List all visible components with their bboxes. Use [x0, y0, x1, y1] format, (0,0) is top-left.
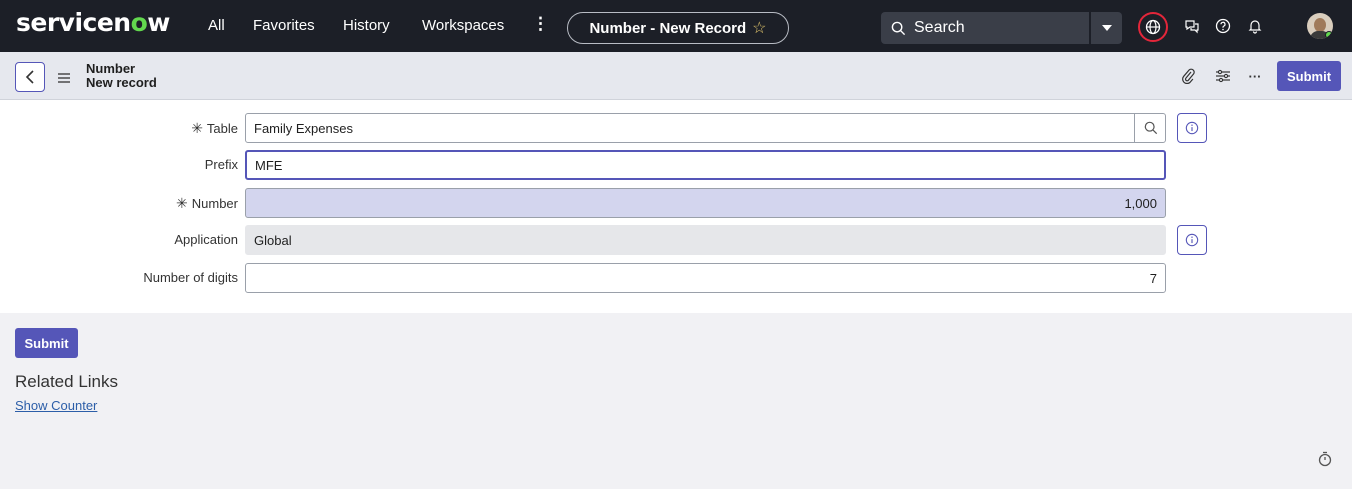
top-navigation-bar: servicenow All Favorites History Workspa…: [0, 0, 1352, 52]
record-form: ✳ Table Family Expenses Prefix MFE ✳ Numbe…: [0, 101, 1352, 313]
show-counter-link[interactable]: Show Counter: [15, 398, 97, 413]
application-readonly-field: Global: [245, 225, 1166, 255]
nav-all[interactable]: All: [208, 17, 225, 34]
form-footer-section: Submit Related Links Show Counter: [0, 313, 1352, 489]
online-status-dot: [1325, 31, 1333, 39]
chat-icon[interactable]: [1180, 14, 1204, 38]
search-icon: [891, 21, 906, 35]
record-pill-label: Number - New Record: [589, 19, 747, 37]
nav-more-icon[interactable]: ⋮: [532, 14, 549, 34]
help-icon[interactable]: [1211, 14, 1235, 38]
nav-workspaces[interactable]: Workspaces: [422, 17, 504, 34]
globe-icon: [1145, 19, 1161, 35]
more-actions-icon[interactable]: ···: [1245, 66, 1265, 86]
application-info-button[interactable]: [1177, 225, 1207, 255]
table-lookup-button[interactable]: [1134, 113, 1166, 143]
field-row-number-of-digits: Number of digits 7: [0, 262, 1352, 294]
field-label-number-of-digits: Number of digits: [143, 270, 238, 285]
field-label-table: ✳ Table: [191, 120, 238, 136]
back-button[interactable]: [15, 62, 45, 92]
info-icon: [1185, 121, 1199, 135]
form-context-menu-button[interactable]: [58, 70, 70, 88]
required-indicator-icon: ✳: [176, 195, 188, 211]
field-row-prefix: Prefix MFE: [0, 149, 1352, 181]
record-context-pill[interactable]: Number - New Record ☆: [567, 12, 789, 44]
language-globe-button[interactable]: [1138, 12, 1168, 42]
menu-icon: [58, 73, 70, 83]
personalize-form-button[interactable]: [1213, 66, 1233, 86]
field-row-application: Application Global: [0, 224, 1352, 256]
field-label-application: Application: [174, 232, 238, 247]
favorite-star-icon[interactable]: ☆: [752, 18, 766, 38]
servicenow-logo[interactable]: servicenow: [16, 8, 170, 37]
global-search-input[interactable]: Search: [881, 12, 1089, 44]
user-avatar[interactable]: [1307, 13, 1333, 39]
form-title-table: Number: [86, 61, 136, 76]
form-header-bar: Number New record ··· Submit: [0, 52, 1352, 100]
table-info-button[interactable]: [1177, 113, 1207, 143]
search-placeholder: Search: [914, 19, 965, 36]
field-label-prefix: Prefix: [204, 157, 238, 172]
required-indicator-icon: ✳: [191, 120, 203, 136]
info-icon: [1185, 233, 1199, 247]
caret-down-icon: [1101, 25, 1112, 31]
paperclip-icon: [1182, 68, 1195, 84]
search-icon: [1144, 121, 1157, 135]
nav-history[interactable]: History: [343, 17, 390, 34]
related-links-heading: Related Links: [15, 372, 119, 391]
number-of-digits-input[interactable]: 7: [245, 263, 1166, 293]
table-reference-input[interactable]: Family Expenses: [245, 113, 1166, 143]
response-timer-icon[interactable]: [1317, 450, 1333, 468]
search-scope-dropdown[interactable]: [1090, 12, 1122, 44]
prefix-input[interactable]: MFE: [245, 150, 1166, 180]
field-label-number: ✳ Number: [176, 195, 238, 211]
field-row-number: ✳ Number 1,000: [0, 187, 1352, 219]
attachment-button[interactable]: [1178, 66, 1198, 86]
form-title-record: New record: [86, 75, 157, 90]
footer-submit-button[interactable]: Submit: [15, 328, 78, 358]
number-input[interactable]: 1,000: [245, 188, 1166, 218]
form-title: Number New record: [86, 62, 157, 90]
header-submit-button[interactable]: Submit: [1277, 61, 1341, 91]
field-row-table: ✳ Table Family Expenses: [0, 112, 1352, 144]
nav-favorites[interactable]: Favorites: [253, 17, 315, 34]
settings-sliders-icon: [1216, 69, 1230, 83]
back-icon: [25, 70, 34, 84]
notification-bell-icon[interactable]: [1243, 14, 1267, 38]
